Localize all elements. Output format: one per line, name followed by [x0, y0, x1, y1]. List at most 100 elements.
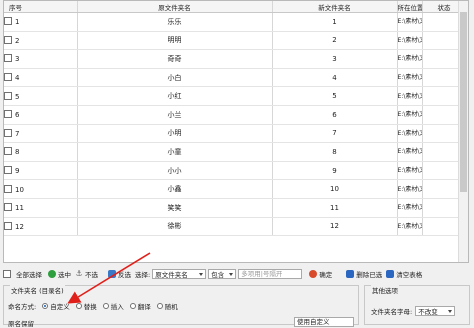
checkbox[interactable] — [3, 270, 11, 278]
row-checkbox[interactable] — [4, 17, 12, 26]
letter-case-row: 文件夹名字母: 不改变 — [371, 306, 456, 316]
original-name-cell: 小兰 — [77, 105, 273, 125]
row-no-cell[interactable]: 1 — [4, 12, 78, 32]
table-row[interactable]: 10小鑫10E:\素材\文件夹\ — [4, 179, 467, 199]
row-checkbox[interactable] — [4, 203, 12, 212]
radio-indicator[interactable] — [156, 303, 163, 309]
row-no-cell[interactable]: 7 — [4, 124, 78, 144]
table-row[interactable]: 8小童8E:\素材\文件夹\ — [4, 142, 467, 162]
select-button[interactable]: 选中 — [48, 269, 71, 279]
naming-mode-label: 命名方式: — [8, 303, 37, 311]
original-name-cell: 小童 — [77, 142, 273, 162]
new-name-cell: 4 — [272, 68, 398, 88]
table-row[interactable]: 11笑笑11E:\素材\文件夹\ — [4, 198, 467, 218]
row-checkbox[interactable] — [4, 147, 12, 156]
chevron-down-icon — [448, 309, 453, 313]
row-checkbox[interactable] — [4, 184, 12, 193]
header-no[interactable]: 序号 — [4, 1, 78, 13]
invert-button[interactable]: 反选 — [108, 269, 131, 279]
row-checkbox[interactable] — [4, 110, 12, 119]
table-row[interactable]: 5小红5E:\素材\文件夹\ — [4, 86, 467, 106]
row-no: 4 — [15, 74, 20, 83]
selection-toolbar: 全部选择 选中 ⚓ 不选 反选 选择: 原文件夹名 包含 多项用|号隔开 确定 … — [3, 266, 473, 282]
select-label: 选中 — [58, 271, 71, 279]
mode-radio-translate[interactable]: 翻译 — [129, 301, 151, 311]
new-name-cell: 6 — [272, 105, 398, 125]
vertical-scrollbar[interactable] — [458, 1, 468, 262]
radio-indicator[interactable] — [129, 303, 136, 309]
chevron-down-icon — [229, 272, 234, 276]
row-no-cell[interactable]: 9 — [4, 161, 78, 181]
table-row[interactable]: 3奇奇3E:\素材\文件夹\ — [4, 49, 467, 69]
new-name-cell: 3 — [272, 49, 398, 69]
field-select-value: 原文件夹名 — [155, 271, 188, 279]
location-cell: E:\素材\文件夹\ — [397, 12, 423, 32]
row-no-cell[interactable]: 4 — [4, 68, 78, 88]
row-no-cell[interactable]: 6 — [4, 105, 78, 125]
mode-label-insert: 插入 — [110, 303, 124, 311]
cut-label: 原名保留 — [8, 320, 34, 328]
confirm-button[interactable]: 确定 — [309, 269, 332, 279]
filter-input[interactable]: 多项用|号隔开 — [238, 269, 303, 279]
original-name-cell: 奇奇 — [77, 49, 273, 69]
letter-case-value: 不改变 — [418, 308, 438, 316]
folder-name-panel: 文件夹名 (目录名) 命名方式: 自定义 替换 插入 翻译 随机 原名保留 使用… — [3, 285, 359, 328]
confirm-label: 确定 — [319, 271, 333, 279]
deselect-button[interactable]: ⚓ 不选 — [75, 269, 98, 280]
location-cell: E:\素材\文件夹\ — [397, 86, 423, 106]
select-all-checkbox[interactable]: 全部选择 — [3, 269, 42, 279]
original-name-cell: 乐乐 — [77, 12, 273, 32]
table-header-row: 序号 原文件夹名 新文件夹名 所在位置 状态 — [4, 1, 467, 13]
table-row[interactable]: 12徐彬12E:\素材\文件夹\ — [4, 217, 467, 237]
header-location[interactable]: 所在位置 — [397, 1, 423, 13]
row-no-cell[interactable]: 11 — [4, 198, 78, 218]
original-name-cell: 小红 — [77, 86, 273, 106]
mode-radio-insert[interactable]: 插入 — [102, 301, 124, 311]
letter-case-select[interactable]: 不改变 — [415, 306, 456, 316]
other-options-title: 其他选项 — [371, 285, 399, 295]
row-checkbox[interactable] — [4, 166, 12, 175]
table-row[interactable]: 7小明7E:\素材\文件夹\ — [4, 124, 467, 144]
mode-radio-custom[interactable]: 自定义 — [42, 301, 70, 311]
table-row[interactable]: 9小小9E:\素材\文件夹\ — [4, 161, 467, 181]
row-checkbox[interactable] — [4, 54, 12, 63]
table-row[interactable]: 2明明2E:\素材\文件夹\ — [4, 31, 467, 51]
original-name-cell: 小小 — [77, 161, 273, 181]
operator-select-value: 包含 — [211, 271, 225, 279]
radio-indicator[interactable] — [75, 303, 82, 309]
scrollbar-thumb[interactable] — [460, 12, 467, 192]
row-checkbox[interactable] — [4, 128, 12, 137]
row-no-cell[interactable]: 8 — [4, 142, 78, 162]
radio-indicator[interactable] — [42, 303, 49, 309]
delete-selected-button[interactable]: 删除已选 — [346, 269, 382, 279]
row-no-cell[interactable]: 10 — [4, 179, 78, 199]
row-no: 3 — [15, 55, 20, 64]
row-no-cell[interactable]: 12 — [4, 217, 78, 237]
table-row[interactable]: 1乐乐1E:\素材\文件夹\ — [4, 12, 467, 32]
row-no-cell[interactable]: 3 — [4, 49, 78, 69]
clear-table-label: 清空表格 — [396, 271, 423, 279]
row-no-cell[interactable]: 5 — [4, 86, 78, 106]
header-new-name[interactable]: 新文件夹名 — [272, 1, 398, 13]
row-no-cell[interactable]: 2 — [4, 31, 78, 51]
header-original-name[interactable]: 原文件夹名 — [77, 1, 273, 13]
cut-input[interactable]: 使用自定义 — [294, 317, 354, 327]
new-name-cell: 9 — [272, 161, 398, 181]
operator-select[interactable]: 包含 — [208, 269, 237, 279]
table-row[interactable]: 6小兰6E:\素材\文件夹\ — [4, 105, 467, 125]
mode-radio-replace[interactable]: 替换 — [75, 301, 97, 311]
original-name-cell: 明明 — [77, 31, 273, 51]
mode-radio-random[interactable]: 随机 — [156, 301, 178, 311]
new-name-cell: 8 — [272, 142, 398, 162]
clear-table-icon — [386, 270, 395, 278]
clear-table-button[interactable]: 清空表格 — [386, 269, 422, 279]
other-options-panel: 其他选项 文件夹名字母: 不改变 — [364, 285, 470, 325]
location-cell: E:\素材\文件夹\ — [397, 198, 423, 218]
radio-indicator[interactable] — [102, 303, 109, 309]
row-checkbox[interactable] — [4, 73, 12, 82]
row-checkbox[interactable] — [4, 221, 12, 230]
row-checkbox[interactable] — [4, 35, 12, 44]
field-select[interactable]: 原文件夹名 — [152, 269, 207, 279]
table-row[interactable]: 4小白4E:\素材\文件夹\ — [4, 68, 467, 88]
row-checkbox[interactable] — [4, 91, 12, 100]
